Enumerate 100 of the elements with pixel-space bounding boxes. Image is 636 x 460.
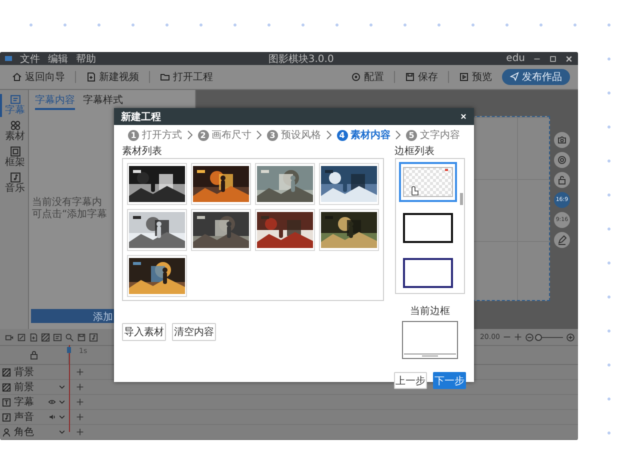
- add-icon[interactable]: [76, 428, 84, 436]
- add-icon[interactable]: [76, 398, 84, 406]
- clear-button[interactable]: 清空内容: [172, 323, 216, 341]
- material-thumbnail[interactable]: [191, 163, 251, 205]
- material-thumbnail[interactable]: [319, 163, 379, 205]
- music-note-icon: [10, 172, 20, 183]
- section-label: 当前边框: [410, 304, 450, 318]
- frame-drawing: [403, 258, 454, 288]
- lock-icon[interactable]: [29, 350, 39, 360]
- toolbar-button[interactable]: 打开工程: [156, 70, 217, 84]
- publish-button[interactable]: 发布作品: [502, 68, 570, 85]
- track-label: 声音: [14, 410, 35, 424]
- camera-button[interactable]: [554, 132, 570, 148]
- dialog-title: 新建工程: [121, 110, 161, 124]
- transparent-frame-drawing: [403, 166, 454, 197]
- clip-icon[interactable]: [17, 332, 26, 342]
- zoom-slider[interactable]: [537, 333, 563, 341]
- section-label: 素材列表: [122, 145, 163, 158]
- edit-button[interactable]: [554, 232, 570, 248]
- wizard-step[interactable]: 1 打开方式: [128, 128, 182, 142]
- track-label: 字幕: [14, 396, 35, 409]
- music-note-icon: [2, 412, 11, 422]
- person-icon: [2, 428, 11, 436]
- chevron-right-icon: [393, 130, 404, 140]
- menu-item[interactable]: 编辑: [48, 52, 68, 66]
- subtitle-icon: [10, 94, 20, 105]
- maximize-icon[interactable]: [549, 54, 558, 62]
- hatched-square-icon: [2, 382, 11, 392]
- app-icon: [5, 56, 12, 61]
- toolbar-button[interactable]: 新建视频: [82, 70, 143, 84]
- material-thumbnail[interactable]: [191, 209, 251, 251]
- menu-item[interactable]: 文件: [20, 52, 40, 66]
- save-icon: [405, 72, 415, 82]
- sidebar-item[interactable]: 素材: [0, 120, 28, 143]
- toolbar-button[interactable]: 保存: [401, 70, 442, 84]
- track-label: 背景: [14, 366, 35, 379]
- eye-icon[interactable]: [48, 398, 56, 406]
- camera-icon: [557, 134, 567, 145]
- material-thumbnail[interactable]: [255, 163, 315, 205]
- target-icon: [557, 154, 567, 165]
- sidebar-item[interactable]: 音乐: [0, 172, 28, 195]
- material-thumbnail[interactable]: [127, 255, 187, 297]
- chevron-right-icon: [184, 130, 195, 140]
- preview-icon: [459, 72, 469, 82]
- empty-message: 当前没有字幕内: [32, 197, 103, 208]
- new-file-icon: [86, 72, 96, 82]
- toolbar-button[interactable]: 配置: [347, 70, 388, 84]
- empty-message: 可点击“添加字幕: [32, 209, 108, 222]
- unlock-icon: [557, 174, 567, 185]
- sidebar-item[interactable]: 框架: [0, 146, 28, 169]
- track-label: 前景: [14, 380, 35, 394]
- save-icon[interactable]: [77, 332, 86, 342]
- send-icon: [510, 72, 519, 82]
- menu-item[interactable]: 帮助: [76, 52, 96, 66]
- window-title: 图影棋块3.0.0: [268, 52, 334, 66]
- zoom-in-icon[interactable]: [566, 332, 575, 342]
- add-icon[interactable]: [76, 368, 84, 376]
- lock-button[interactable]: [554, 172, 570, 188]
- chevron-right-icon: [324, 130, 334, 140]
- toolbar-button[interactable]: 预览: [455, 70, 496, 84]
- toolbar-button[interactable]: 返回向导: [8, 70, 69, 84]
- add-icon[interactable]: [514, 333, 522, 341]
- frame-drawing: [402, 321, 458, 359]
- target-button[interactable]: [554, 152, 570, 168]
- account-name: edu: [506, 53, 526, 64]
- add-icon[interactable]: [76, 413, 84, 421]
- material-thumbnail[interactable]: [319, 209, 379, 251]
- wizard-step[interactable]: 5 文字内容: [406, 128, 460, 142]
- tab[interactable]: 字幕样式: [83, 92, 123, 110]
- hatched-square-icon: [2, 368, 11, 376]
- text-icon: [2, 398, 11, 406]
- settings-icon: [351, 72, 361, 82]
- previous-button[interactable]: 上一步: [394, 372, 427, 389]
- close-icon[interactable]: [565, 54, 574, 62]
- wizard-step[interactable]: 2 画布尺寸: [198, 128, 252, 142]
- hatched-square-icon[interactable]: [41, 332, 50, 342]
- frame-drawing: [403, 212, 454, 242]
- pen-icon: [557, 234, 567, 245]
- video-icon[interactable]: [5, 332, 14, 342]
- frame-icon: [10, 146, 20, 157]
- import-button[interactable]: 导入素材: [122, 323, 166, 341]
- chevron-right-icon: [254, 130, 264, 140]
- search-icon[interactable]: [65, 332, 74, 342]
- section-label: 边框列表: [394, 145, 434, 158]
- material-thumbnail[interactable]: [255, 209, 315, 251]
- scrollbar[interactable]: [460, 193, 464, 205]
- zoom-out-icon[interactable]: [525, 332, 534, 342]
- music-note-icon[interactable]: [89, 332, 98, 342]
- add-icon[interactable]: [76, 383, 84, 391]
- tab[interactable]: 字幕内容: [35, 92, 75, 110]
- wizard-step[interactable]: 3 预设风格: [267, 128, 321, 142]
- subtitle-icon[interactable]: [53, 332, 62, 342]
- home-icon: [12, 72, 22, 82]
- track-label: 角色: [14, 426, 35, 439]
- wizard-step[interactable]: 4 素材内容: [336, 128, 390, 142]
- speaker-icon[interactable]: [48, 413, 56, 421]
- next-button[interactable]: 下一步: [433, 372, 466, 389]
- new-file-icon[interactable]: [29, 332, 38, 342]
- material-thumbnail[interactable]: [127, 209, 187, 251]
- material-thumbnail[interactable]: [127, 163, 187, 205]
